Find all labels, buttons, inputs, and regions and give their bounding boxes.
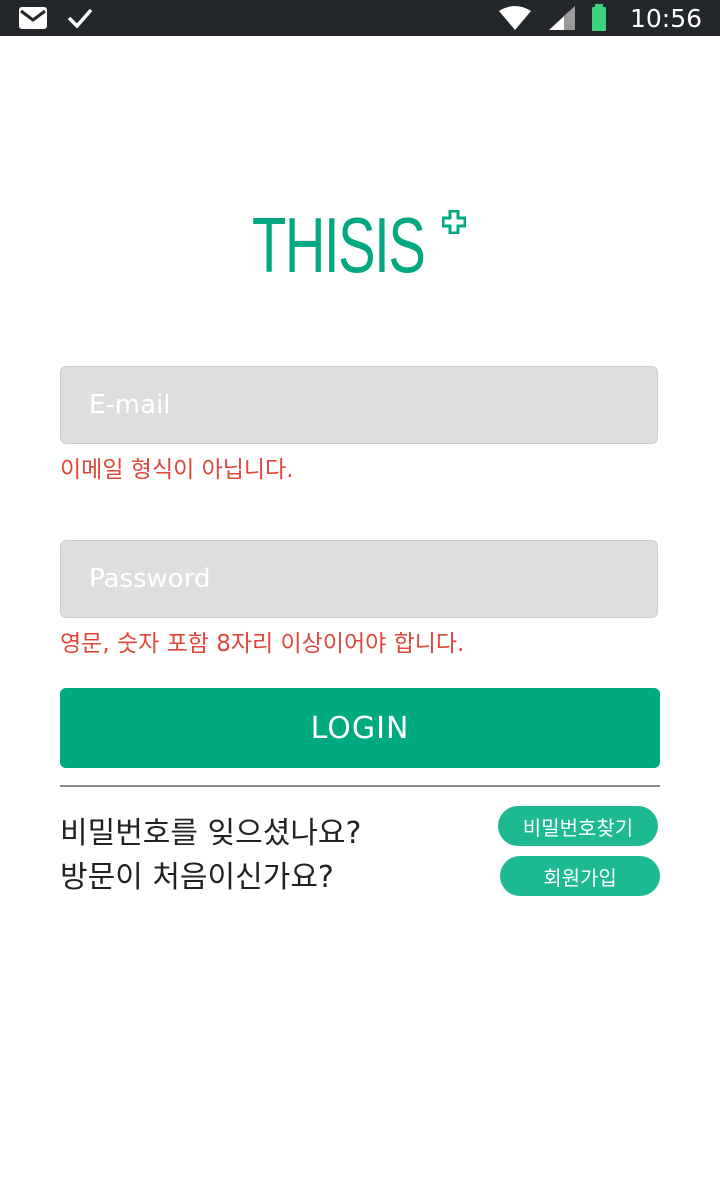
wifi-icon <box>498 5 532 31</box>
new-visitor-prompt: 방문이 처음이신가요? <box>60 860 334 895</box>
forgot-password-prompt: 비밀번호를 잊으셨나요? <box>60 816 362 851</box>
password-input[interactable] <box>60 540 658 618</box>
status-left-icons <box>18 0 94 36</box>
signup-button[interactable]: 회원가입 <box>500 856 660 896</box>
status-right-icons: 10:56 <box>498 0 702 36</box>
find-password-button[interactable]: 비밀번호찾기 <box>498 806 658 846</box>
mail-icon <box>18 6 48 30</box>
divider <box>60 785 660 787</box>
check-icon <box>66 6 94 30</box>
status-time: 10:56 <box>629 3 702 33</box>
password-error-message: 영문, 숫자 포함 8자리 이상이어야 합니다. <box>60 631 465 657</box>
plus-icon <box>441 209 467 238</box>
email-error-message: 이메일 형식이 아닙니다. <box>60 457 294 483</box>
email-input[interactable] <box>60 366 658 444</box>
status-bar: 10:56 <box>0 0 720 36</box>
app-logo: THISIS <box>252 200 472 290</box>
login-button[interactable]: LOGIN <box>60 688 660 768</box>
logo-text: THISIS <box>252 201 426 289</box>
signal-icon <box>546 5 576 31</box>
battery-icon <box>590 4 608 32</box>
